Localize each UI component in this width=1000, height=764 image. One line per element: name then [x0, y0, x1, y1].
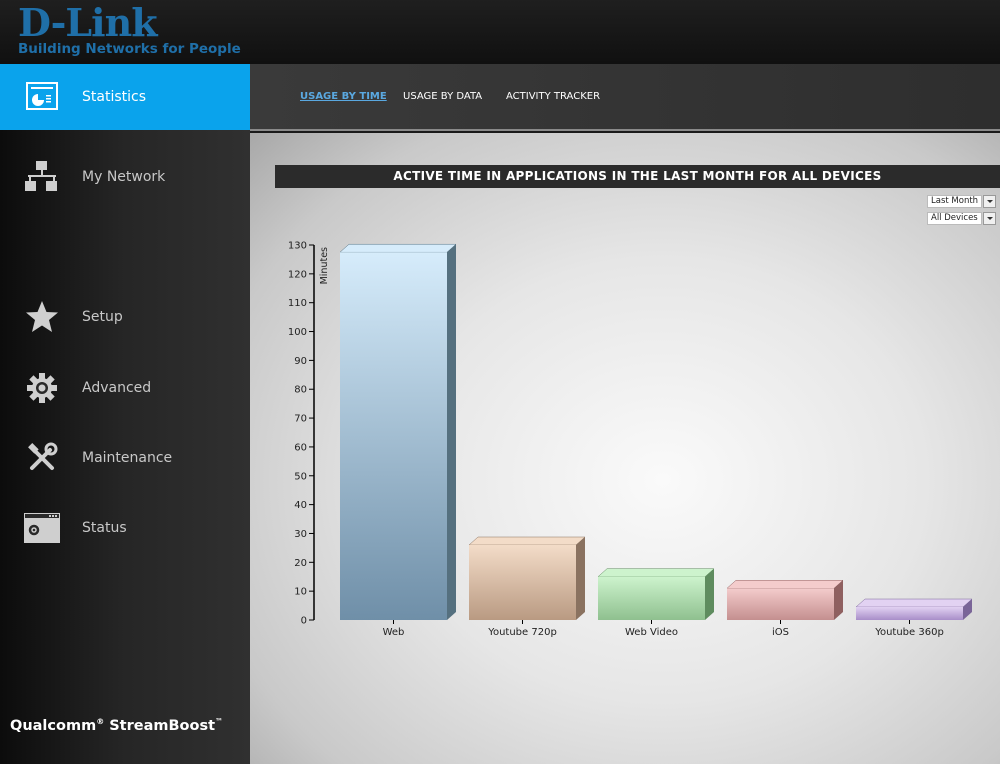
gear-icon: [24, 370, 60, 406]
x-tick-label: iOS: [772, 627, 789, 638]
y-tick-label: 90: [294, 356, 307, 367]
x-tick-label: Web: [383, 627, 405, 638]
y-tick-label: 100: [288, 327, 307, 338]
bar-front-face: [598, 576, 705, 620]
sidebar-item-my-network[interactable]: My Network: [0, 144, 250, 210]
y-tick-label: 20: [294, 558, 307, 569]
sidebar-item-label: Status: [82, 520, 127, 536]
bar-top-face: [339, 243, 457, 253]
sidebar-item-label: My Network: [82, 169, 166, 185]
y-tick-label: 40: [294, 500, 307, 511]
dlink-logo[interactable]: D-Link Building Networks for People: [18, 0, 241, 57]
sidebar-item-advanced[interactable]: Advanced: [0, 355, 250, 421]
statistics-icon: [24, 79, 60, 115]
bar-web-video[interactable]: [597, 568, 715, 620]
tab-usage-by-time[interactable]: USAGE BY TIME: [300, 91, 387, 102]
x-tick-label: Web Video: [625, 627, 678, 638]
sidebar-item-label: Maintenance: [82, 450, 173, 466]
logo-text: D-Link: [18, 0, 158, 45]
x-tick-label: Youtube 360p: [874, 627, 944, 638]
status-window-icon: [24, 510, 60, 546]
brand-name: Qualcomm: [10, 717, 97, 734]
bar-web[interactable]: [339, 243, 457, 620]
y-axis-label: Minutes: [319, 247, 330, 284]
y-tick-label: 0: [301, 616, 307, 627]
brand-product: StreamBoost: [104, 717, 216, 734]
sidebar: Statistics My Network Setup Advanced Mai…: [0, 64, 250, 764]
bar-side-face: [705, 568, 714, 620]
tab-bar: USAGE BY TIME USAGE BY DATA ACTIVITY TRA…: [250, 64, 1000, 131]
y-tick-label: 80: [294, 385, 307, 396]
sidebar-item-maintenance[interactable]: Maintenance: [0, 425, 250, 491]
bar-front-face: [469, 545, 576, 620]
bar-top-face: [468, 536, 586, 546]
tab-activity-tracker[interactable]: ACTIVITY TRACKER: [506, 91, 600, 102]
y-tick-label: 110: [288, 298, 307, 309]
registered-mark: ®: [96, 717, 105, 726]
network-icon: [24, 159, 60, 195]
bar-front-face: [340, 252, 447, 620]
bar-side-face: [447, 244, 456, 620]
bar-side-face: [576, 537, 585, 620]
bar-top-face: [597, 568, 715, 577]
y-tick-label: 70: [294, 414, 307, 425]
sidebar-item-setup[interactable]: Setup: [0, 284, 250, 350]
logo-tagline: Building Networks for People: [18, 41, 241, 57]
bar-top-face: [726, 580, 844, 589]
bar-chart: 0 10 20 30 40 50 60 70 80 90 100 110 120 130 Minutes W…: [288, 241, 973, 638]
bar-front-face: [856, 607, 963, 620]
y-tick-label: 10: [294, 587, 307, 598]
y-tick-label: 50: [294, 471, 307, 482]
y-tick-label: 130: [288, 241, 307, 252]
y-tick-label: 30: [294, 529, 307, 540]
x-tick-label: Youtube 720p: [487, 627, 557, 638]
header: D-Link Building Networks for People: [0, 0, 1000, 64]
star-icon: [24, 299, 60, 335]
bar-ios[interactable]: [726, 580, 844, 620]
bar-youtube-720p[interactable]: [468, 536, 586, 620]
content-area: ACTIVE TIME IN APPLICATIONS IN THE LAST …: [250, 133, 1000, 764]
bar-front-face: [727, 588, 834, 620]
sidebar-item-label: Statistics: [82, 89, 146, 105]
tools-icon: [24, 440, 60, 476]
sidebar-item-label: Setup: [82, 309, 123, 325]
bar-top-face: [855, 598, 973, 608]
sidebar-item-status[interactable]: Status: [0, 495, 250, 561]
trademark-mark: ™: [215, 717, 224, 726]
y-tick-label: 120: [288, 269, 307, 280]
sidebar-item-statistics[interactable]: Statistics: [0, 64, 250, 130]
sidebar-item-label: Advanced: [82, 380, 152, 396]
qualcomm-streamboost-brand: Qualcomm® StreamBoost™: [10, 717, 223, 734]
tab-usage-by-data[interactable]: USAGE BY DATA: [403, 91, 482, 102]
bar-youtube-360p[interactable]: [855, 598, 973, 620]
y-tick-label: 60: [294, 442, 307, 453]
